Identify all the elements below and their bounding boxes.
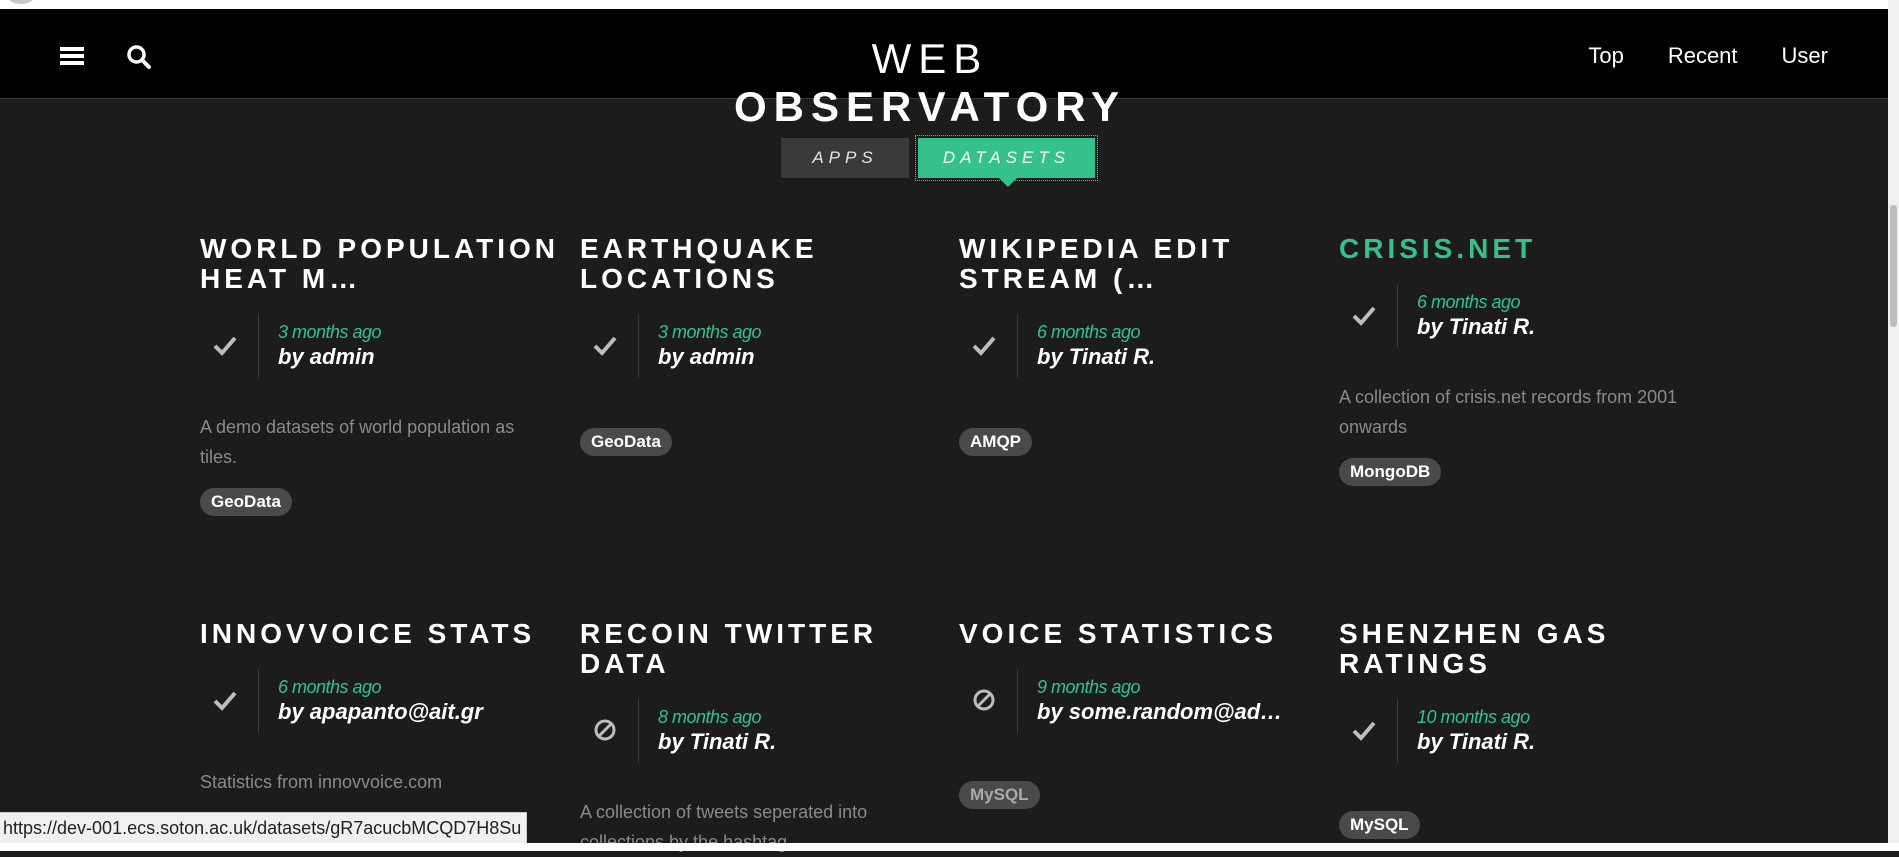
nav-top-link[interactable]: Top (1588, 43, 1623, 69)
dataset-description: A demo datasets of world population as t… (200, 417, 515, 467)
dataset-time: 6 months ago (1417, 292, 1521, 312)
tab-apps[interactable]: APPS (781, 138, 909, 178)
dataset-time: 6 months ago (278, 677, 382, 697)
blocked-icon (971, 687, 999, 715)
dataset-card[interactable]: WIKIPEDIA EDIT STREAM (… 6 months ago by… (959, 234, 1319, 456)
dataset-card[interactable]: CRISIS.NET 6 months ago by Tinati R. A c… (1339, 234, 1699, 486)
blocked-icon (592, 717, 620, 745)
browser-bottom-strip (0, 843, 1899, 851)
dataset-meta: 3 months ago by admin (580, 314, 940, 378)
browser-status-bar: https://dev-001.ecs.soton.ac.uk/datasets… (0, 812, 528, 844)
dataset-tag[interactable]: MySQL (959, 781, 1040, 809)
dataset-tag[interactable]: GeoData (200, 488, 292, 516)
dataset-card[interactable]: SHENZHEN GAS RATINGS 10 months ago by Ti… (1339, 619, 1699, 839)
meta-divider (1397, 284, 1398, 348)
scrollbar-thumb[interactable] (1890, 205, 1897, 327)
dataset-title[interactable]: RECOIN TWITTER DATA (580, 619, 940, 679)
browser-tab-edge (6, 0, 36, 4)
tab-datasets[interactable]: DATASETS (915, 135, 1098, 187)
dataset-time: 9 months ago (1037, 677, 1141, 697)
dataset-author: by apapanto@ait.gr (278, 699, 483, 724)
search-icon[interactable] (126, 44, 152, 70)
dataset-author: by Tinati R. (1417, 314, 1536, 339)
nav-links: Top Recent User (1588, 43, 1828, 69)
dataset-author: by admin (658, 344, 755, 369)
brand-bold-word: OBSERVATORY (733, 83, 1127, 130)
dataset-meta: 6 months ago by Tinati R. (959, 314, 1319, 378)
dataset-title[interactable]: SHENZHEN GAS RATINGS (1339, 619, 1699, 679)
dataset-author: by Tinati R. (1037, 344, 1156, 369)
dataset-time: 10 months ago (1417, 707, 1530, 727)
dataset-meta: 6 months ago by Tinati R. (1339, 284, 1699, 348)
meta-divider (638, 699, 639, 763)
tab-active-indicator (998, 177, 1018, 187)
check-icon (592, 332, 620, 360)
meta-divider (1017, 314, 1018, 378)
dataset-card[interactable]: INNOVVOICE STATS 6 months ago by apapant… (200, 619, 560, 797)
check-icon (1351, 717, 1379, 745)
check-icon (212, 332, 240, 360)
top-navbar: WEB OBSERVATORY Top Recent User (0, 9, 1888, 130)
dataset-meta: 10 months ago by Tinati R. (1339, 699, 1699, 763)
dataset-card[interactable]: RECOIN TWITTER DATA 8 months ago by Tina… (580, 619, 940, 857)
meta-divider (258, 669, 259, 733)
dataset-author: by Tinati R. (658, 729, 777, 754)
dataset-title[interactable]: INNOVVOICE STATS (200, 619, 560, 649)
dataset-meta: 9 months ago by some.random@ad… (959, 669, 1319, 733)
dataset-card[interactable]: EARTHQUAKE LOCATIONS 3 months ago by adm… (580, 234, 940, 456)
site-logo[interactable]: WEB OBSERVATORY (700, 35, 1160, 131)
dataset-tag[interactable]: MySQL (1339, 811, 1420, 839)
dataset-description: A collection of crisis.net records from … (1339, 387, 1678, 437)
check-icon (1351, 302, 1379, 330)
hamburger-menu-icon[interactable] (60, 45, 86, 71)
meta-divider (1017, 669, 1018, 733)
dataset-time: 3 months ago (658, 322, 762, 342)
dataset-card[interactable]: WORLD POPULATION HEAT M… 3 months ago by… (200, 234, 560, 516)
dataset-meta: 6 months ago by apapanto@ait.gr (200, 669, 560, 733)
meta-divider (1397, 699, 1398, 763)
dataset-title[interactable]: CRISIS.NET (1339, 234, 1699, 264)
tab-datasets-label: DATASETS (942, 148, 1071, 167)
dataset-description: Statistics from innovvoice.com (200, 772, 443, 792)
meta-divider (258, 314, 259, 378)
dataset-card[interactable]: VOICE STATISTICS 9 months ago by some.ra… (959, 619, 1319, 809)
dataset-title[interactable]: EARTHQUAKE LOCATIONS (580, 234, 940, 294)
vertical-scrollbar[interactable] (1888, 0, 1899, 843)
dataset-author: by admin (278, 344, 375, 369)
dataset-author: by Tinati R. (1417, 729, 1536, 754)
dataset-title[interactable]: WIKIPEDIA EDIT STREAM (… (959, 234, 1319, 294)
dataset-time: 8 months ago (658, 707, 762, 727)
nav-recent-link[interactable]: Recent (1668, 43, 1738, 69)
dataset-author: by some.random@ad… (1037, 699, 1283, 724)
dataset-tag[interactable]: AMQP (959, 428, 1032, 456)
dataset-title[interactable]: VOICE STATISTICS (959, 619, 1319, 649)
check-icon (212, 687, 240, 715)
brand-light-word: WEB (871, 35, 989, 82)
dataset-title[interactable]: WORLD POPULATION HEAT M… (200, 234, 560, 294)
dataset-time: 6 months ago (1037, 322, 1141, 342)
dataset-meta: 3 months ago by admin (200, 314, 560, 378)
nav-user-link[interactable]: User (1782, 43, 1828, 69)
dataset-tag[interactable]: MongoDB (1339, 458, 1442, 486)
dataset-tag[interactable]: GeoData (580, 428, 672, 456)
browser-top-strip (0, 0, 1899, 9)
meta-divider (638, 314, 639, 378)
dataset-time: 3 months ago (278, 322, 382, 342)
check-icon (971, 332, 999, 360)
dataset-meta: 8 months ago by Tinati R. (580, 699, 940, 763)
